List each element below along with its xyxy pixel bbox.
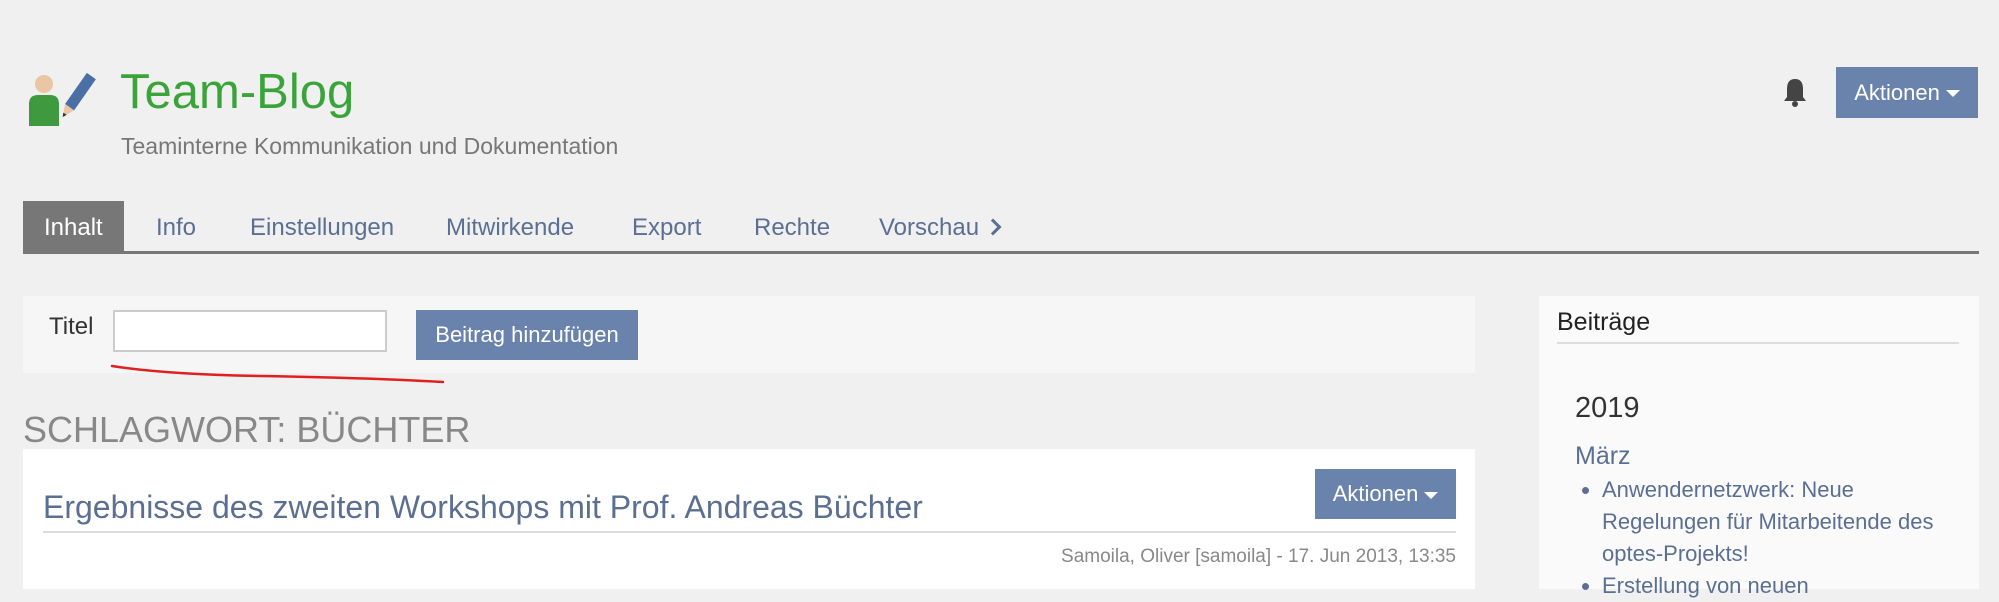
caret-down-icon bbox=[1424, 491, 1439, 499]
sidebar-posts: Beiträge 2019 März Anwendernetzwerk: Neu… bbox=[1539, 296, 1979, 598]
person-pencil-icon bbox=[29, 72, 96, 126]
annotation-underline bbox=[110, 364, 445, 384]
sidebar-heading: Beiträge bbox=[1557, 308, 1651, 336]
post-actions-label: Aktionen bbox=[1332, 481, 1419, 506]
archive-post-link[interactable]: Erstellung von neuen bbox=[1602, 570, 1972, 602]
chevron-right-icon bbox=[984, 218, 1002, 236]
tab-einstellungen[interactable]: Einstellungen bbox=[250, 201, 394, 251]
tab-inhalt[interactable]: Inhalt bbox=[23, 201, 124, 251]
post-actions-button[interactable]: Aktionen bbox=[1315, 469, 1456, 519]
post-card: Ergebnisse des zweiten Workshops mit Pro… bbox=[23, 449, 1475, 589]
tab-export[interactable]: Export bbox=[632, 201, 701, 251]
blog-title: Team-Blog bbox=[120, 65, 355, 119]
archive-year: 2019 bbox=[1575, 392, 1640, 424]
caret-down-icon bbox=[1945, 90, 1960, 98]
add-post-button[interactable]: Beitrag hinzufügen bbox=[416, 310, 638, 360]
post-title-link[interactable]: Ergebnisse des zweiten Workshops mit Pro… bbox=[43, 489, 923, 526]
archive-month-link[interactable]: März bbox=[1575, 442, 1631, 471]
tab-vorschau[interactable]: Vorschau bbox=[879, 201, 1002, 251]
tab-info[interactable]: Info bbox=[156, 201, 196, 251]
bell-icon[interactable] bbox=[1782, 77, 1808, 107]
title-input[interactable] bbox=[113, 310, 387, 352]
post-meta: Samoila, Oliver [samoila] - 17. Jun 2013… bbox=[1061, 546, 1456, 567]
tag-heading: Schlagwort: Büchter bbox=[23, 409, 471, 450]
divider bbox=[1557, 342, 1959, 344]
blog-subtitle: Teaminterne Kommunikation und Dokumentat… bbox=[121, 133, 619, 159]
tab-rechte[interactable]: Rechte bbox=[754, 201, 830, 251]
page-header: Team-Blog Teaminterne Kommunikation und … bbox=[0, 0, 1999, 200]
archive-post-list: Anwendernetzwerk: Neue Regelungen für Mi… bbox=[1575, 474, 1972, 602]
archive-post-link[interactable]: Anwendernetzwerk: Neue Regelungen für Mi… bbox=[1602, 474, 1972, 570]
tab-bar: Inhalt Info Einstellungen Mitwirkende Ex… bbox=[23, 201, 1979, 254]
tab-vorschau-label: Vorschau bbox=[879, 214, 980, 241]
title-label: Titel bbox=[49, 313, 94, 340]
tab-mitwirkende[interactable]: Mitwirkende bbox=[446, 201, 574, 251]
actions-dropdown-button[interactable]: Aktionen bbox=[1836, 67, 1978, 118]
actions-label: Aktionen bbox=[1854, 79, 1940, 105]
divider bbox=[43, 531, 1456, 533]
